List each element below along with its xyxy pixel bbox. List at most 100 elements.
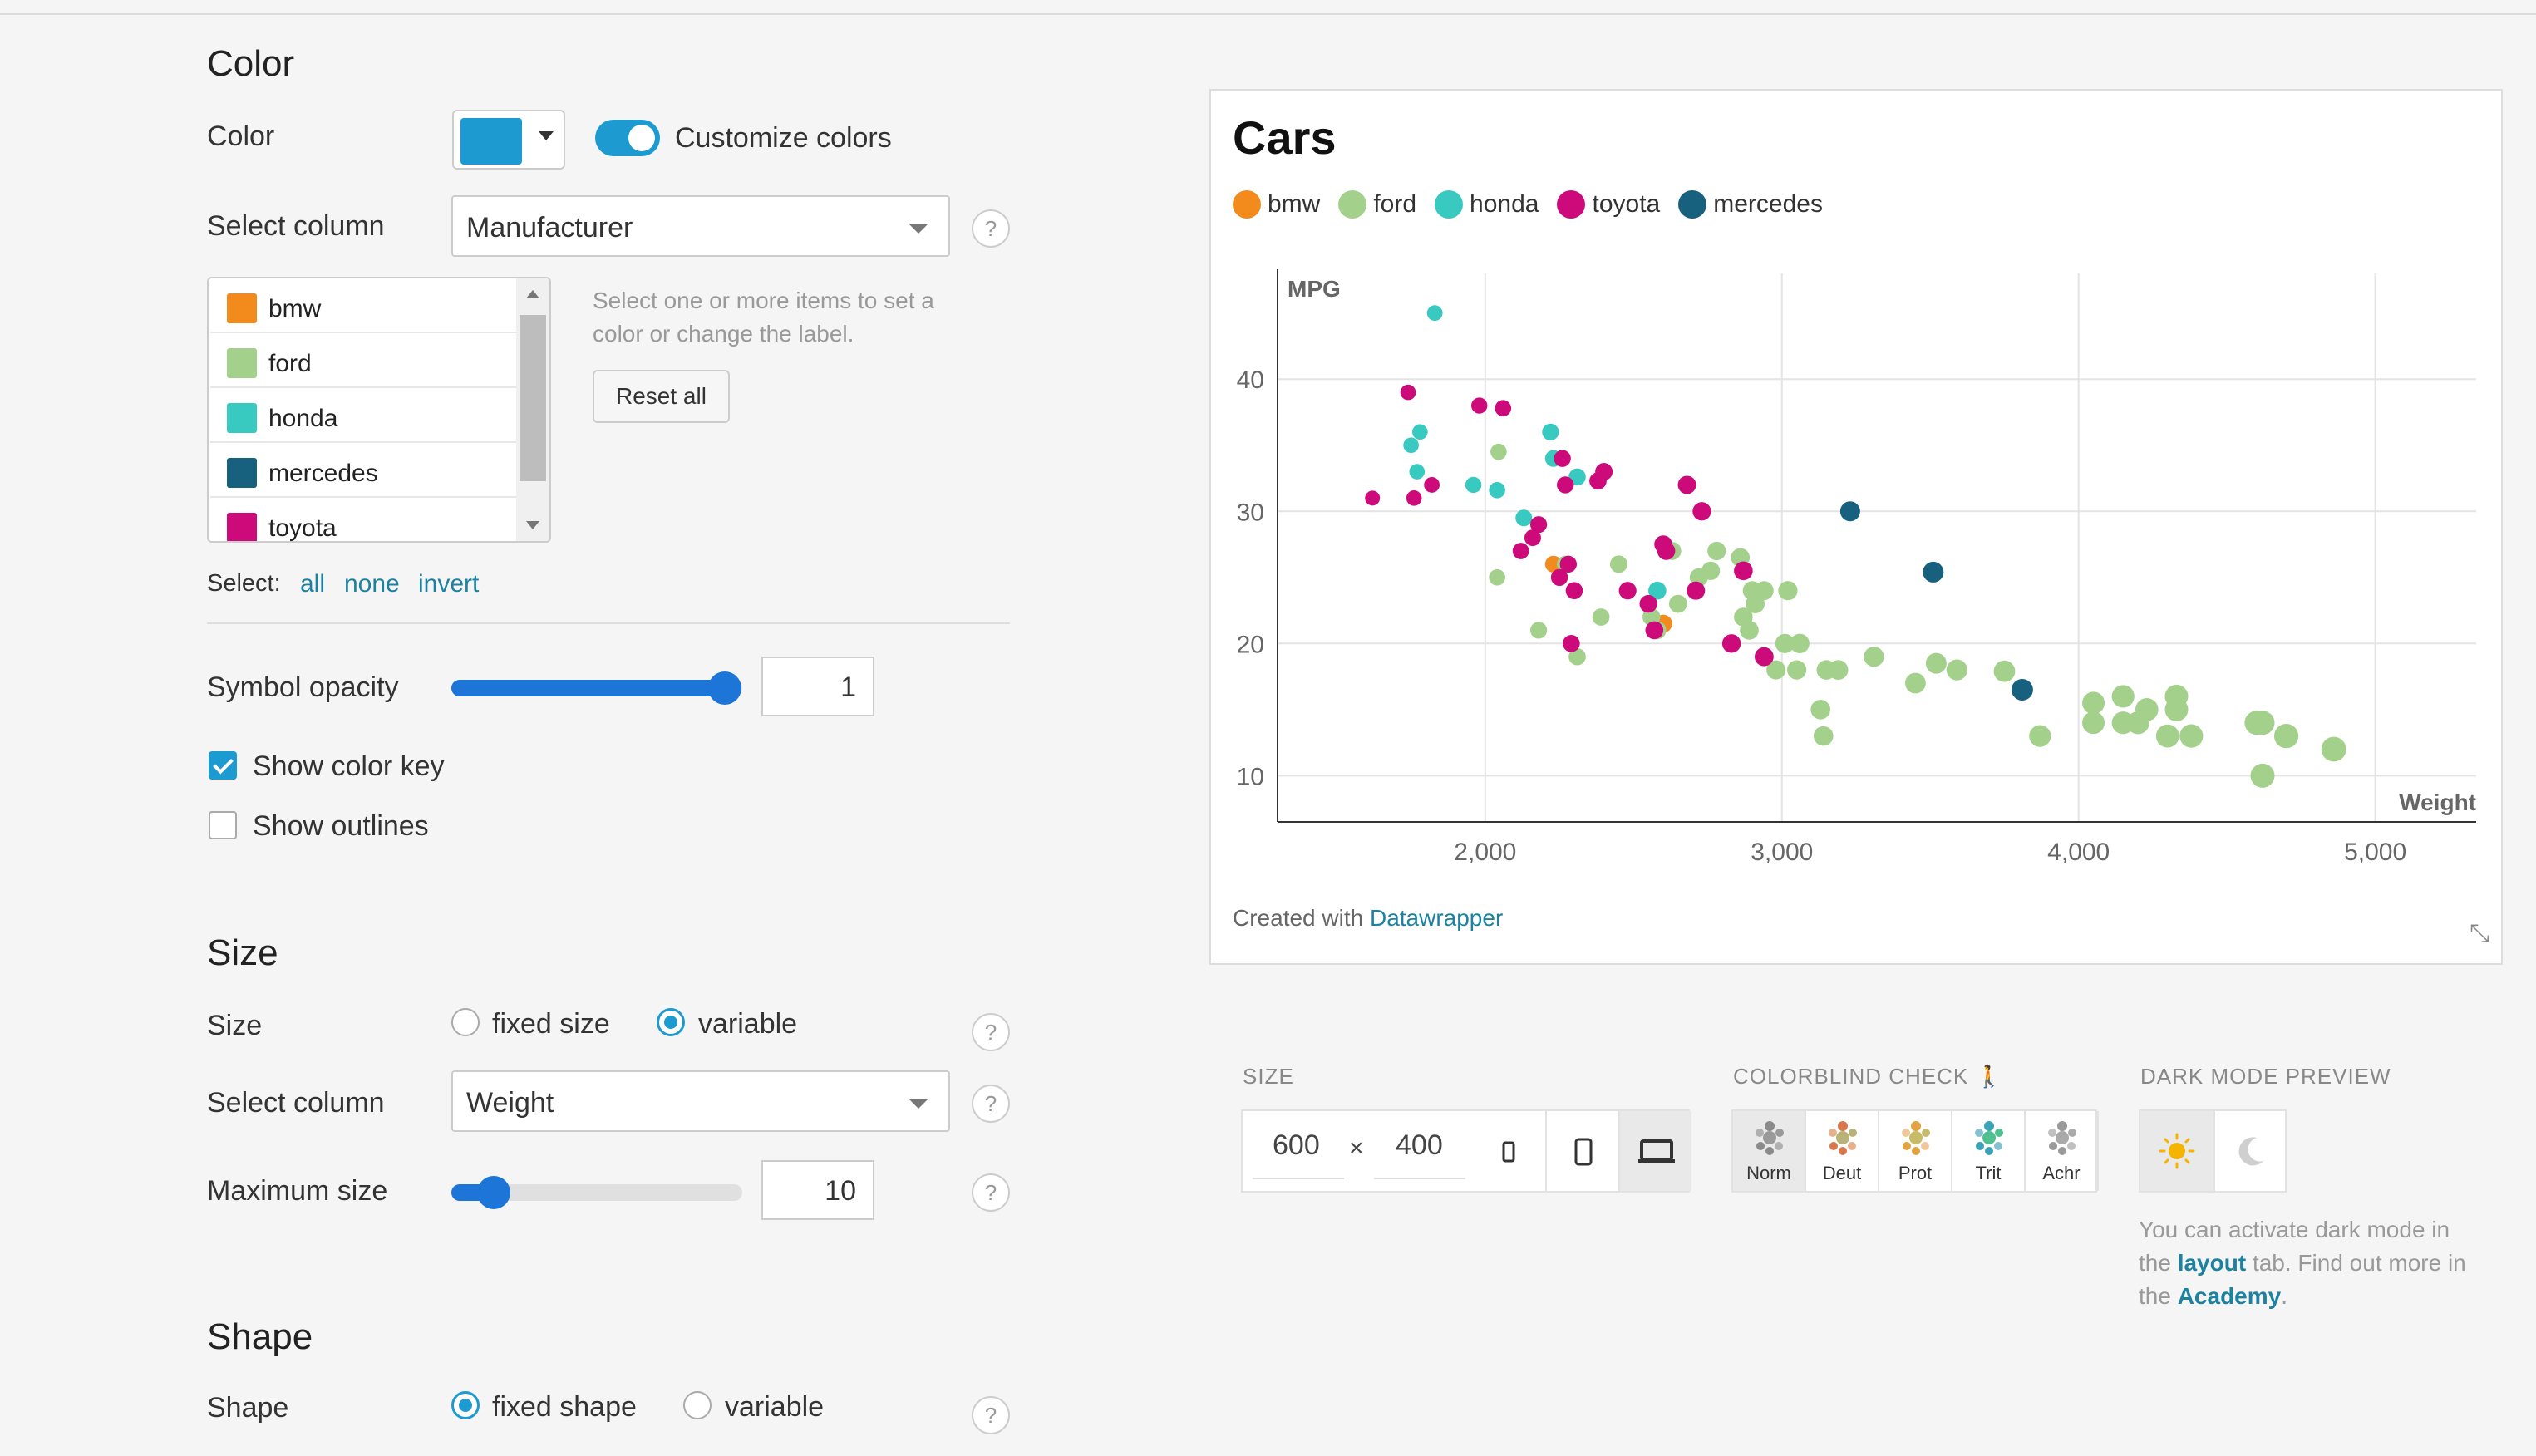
color-items-list[interactable]: bmw ford honda mercedes toyota	[207, 277, 551, 543]
data-point-ford	[1489, 568, 1505, 586]
data-point-toyota	[1645, 621, 1664, 640]
help-icon[interactable]: ?	[972, 1173, 1010, 1212]
data-point-toyota	[1529, 516, 1548, 534]
variable-size-label: variable	[698, 1008, 798, 1040]
select-invert-link[interactable]: invert	[418, 570, 479, 598]
data-point-ford	[2082, 691, 2105, 715]
data-point-ford	[1925, 652, 1947, 674]
fixed-shape-label: fixed shape	[492, 1391, 637, 1423]
scroll-down-icon[interactable]	[526, 521, 539, 529]
colorblind-norm-button[interactable]: Norm	[1733, 1111, 1806, 1191]
colorblind-prot-button[interactable]: Prot	[1879, 1111, 1952, 1191]
data-point-mercedes	[1923, 561, 1944, 583]
opacity-input[interactable]: 1	[761, 657, 874, 716]
help-icon[interactable]: ?	[972, 209, 1010, 248]
list-item[interactable]: honda	[210, 390, 516, 443]
data-point-toyota	[1406, 490, 1422, 506]
customize-colors-label: Customize colors	[675, 122, 892, 154]
list-item[interactable]: bmw	[210, 280, 516, 333]
scroll-up-icon[interactable]	[526, 290, 539, 298]
help-icon[interactable]: ?	[972, 1085, 1010, 1123]
data-point-toyota	[1754, 647, 1774, 667]
reset-all-button[interactable]: Reset all	[593, 370, 730, 423]
slider-handle[interactable]	[477, 1176, 510, 1209]
variable-size-radio[interactable]	[657, 1008, 685, 1036]
academy-link[interactable]: Academy	[2178, 1283, 2282, 1309]
data-point-ford	[1754, 581, 1774, 601]
shape-label: Shape	[207, 1392, 289, 1424]
data-point-ford	[2179, 724, 2204, 748]
help-icon[interactable]: ?	[972, 1013, 1010, 1051]
data-point-toyota	[1618, 582, 1637, 600]
maximum-size-label: Maximum size	[207, 1175, 388, 1207]
x-tick-label: 3,000	[1751, 839, 1813, 866]
variable-shape-label: variable	[725, 1391, 825, 1423]
data-point-ford	[2155, 724, 2179, 748]
color-swatch	[460, 118, 522, 165]
list-item[interactable]: ford	[210, 335, 516, 388]
variable-shape-radio[interactable]	[683, 1391, 712, 1419]
light-mode-button[interactable]	[2140, 1111, 2213, 1191]
fixed-size-radio[interactable]	[451, 1008, 480, 1036]
data-point-toyota	[1400, 384, 1416, 401]
data-point-ford	[1592, 608, 1610, 626]
chevron-down-icon	[909, 224, 928, 234]
color-picker-button[interactable]	[452, 110, 565, 170]
colorblind-label: Achr	[2042, 1163, 2081, 1183]
show-color-key-checkbox[interactable]	[209, 751, 237, 780]
sun-icon	[2159, 1133, 2195, 1169]
resize-icon[interactable]: ⤡	[2470, 920, 2489, 948]
colorblind-deut-button[interactable]: Deut	[1806, 1111, 1879, 1191]
color-box	[227, 513, 257, 541]
data-point-ford	[2321, 736, 2346, 762]
symbol-opacity-label: Symbol opacity	[207, 671, 399, 703]
data-point-ford	[1740, 621, 1759, 640]
help-icon[interactable]: ?	[972, 1396, 1010, 1434]
select-column-dropdown[interactable]: Manufacturer	[451, 195, 950, 257]
height-input[interactable]: 400	[1396, 1129, 1443, 1162]
colorblind-achr-button[interactable]: Achr	[2026, 1111, 2099, 1191]
list-item[interactable]: mercedes	[210, 445, 516, 498]
y-tick-label: 30	[1237, 499, 1264, 526]
width-input[interactable]: 600	[1273, 1129, 1320, 1162]
data-point-ford	[1810, 700, 1830, 720]
select-hint: Select one or more items to set a color …	[593, 288, 934, 347]
colorblind-trit-button[interactable]: Trit	[1952, 1111, 2026, 1191]
customize-colors-toggle[interactable]	[595, 120, 660, 156]
fixed-shape-radio[interactable]	[451, 1391, 480, 1419]
size-column-dropdown[interactable]: Weight	[451, 1070, 950, 1132]
data-point-honda	[1426, 305, 1443, 322]
y-tick-label: 10	[1237, 763, 1264, 790]
show-color-key-label: Show color key	[253, 750, 445, 782]
select-prefix: Select:	[207, 570, 281, 597]
data-point-honda	[1542, 423, 1559, 440]
show-outlines-checkbox[interactable]	[209, 811, 237, 839]
list-item[interactable]: toyota	[210, 499, 516, 541]
accessibility-icon: 🚶	[1975, 1064, 2003, 1089]
data-point-toyota	[1557, 476, 1574, 494]
list-scrollbar[interactable]	[516, 278, 549, 541]
datawrapper-link[interactable]: Datawrapper	[1370, 905, 1503, 931]
data-point-toyota	[1471, 397, 1488, 414]
phone-button[interactable]	[1545, 1111, 1618, 1191]
scroll-thumb[interactable]	[520, 315, 546, 481]
colorblind-dots-icon	[1756, 1121, 1784, 1155]
colorblind-label: Prot	[1898, 1163, 1933, 1183]
times-symbol: ×	[1349, 1134, 1364, 1162]
x-tick-label: 2,000	[1454, 839, 1516, 866]
data-point-toyota	[1554, 450, 1571, 467]
maximum-size-input[interactable]: 10	[761, 1160, 874, 1220]
data-point-toyota	[1657, 542, 1676, 560]
colorblind-dots-icon	[1975, 1121, 2003, 1155]
data-point-honda	[1412, 424, 1428, 440]
slider-handle[interactable]	[708, 671, 741, 705]
section-heading-color: Color	[207, 43, 295, 84]
select-none-link[interactable]: none	[344, 570, 400, 598]
phone-small-button[interactable]	[1472, 1111, 1545, 1191]
colorblind-label: Norm	[1746, 1163, 1791, 1183]
layout-link[interactable]: layout	[2178, 1250, 2246, 1276]
select-all-link[interactable]: all	[300, 570, 325, 598]
colorblind-controls: Norm Deut Prot Trit Achr	[1731, 1109, 2099, 1193]
desktop-button[interactable]	[1618, 1111, 1691, 1191]
dark-mode-button[interactable]	[2213, 1111, 2287, 1191]
